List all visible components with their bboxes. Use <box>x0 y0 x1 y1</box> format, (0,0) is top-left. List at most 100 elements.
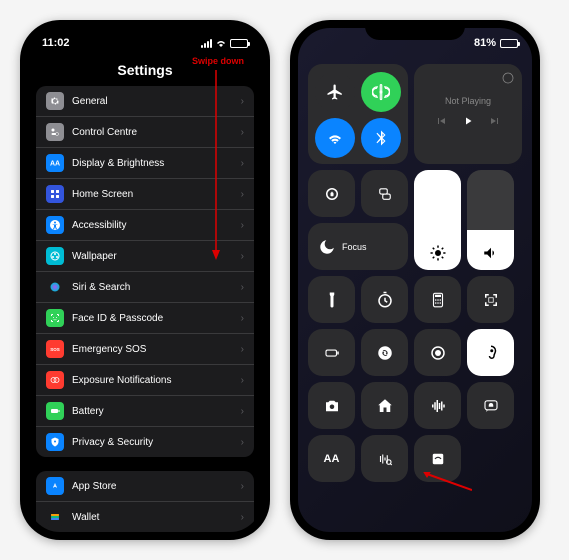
settings-row-label: Face ID & Passcode <box>72 313 233 324</box>
settings-row-home-screen[interactable]: Home Screen› <box>36 179 254 210</box>
gear-icon <box>46 92 64 110</box>
chevron-right-icon: › <box>241 512 244 523</box>
wifi-button[interactable] <box>315 118 355 158</box>
settings-row-emergency-sos[interactable]: SOSEmergency SOS› <box>36 334 254 365</box>
timer-button[interactable] <box>361 276 408 323</box>
note-icon <box>429 450 447 468</box>
wifi-icon <box>326 129 344 147</box>
status-time: 11:02 <box>42 37 70 49</box>
voice-memo-button[interactable] <box>414 382 461 429</box>
media-controls <box>436 114 500 132</box>
announce-notifications-button[interactable] <box>467 382 514 429</box>
qr-scanner-button[interactable] <box>467 276 514 323</box>
chevron-right-icon: › <box>241 313 244 324</box>
settings-row-wallet[interactable]: Wallet› <box>36 502 254 532</box>
battery-icon <box>500 39 518 48</box>
airplane-mode-button[interactable] <box>315 72 355 112</box>
chevron-right-icon: › <box>241 158 244 169</box>
flashlight-icon <box>323 291 341 309</box>
settings-row-exposure-notifications[interactable]: Exposure Notifications› <box>36 365 254 396</box>
background-sounds-button[interactable] <box>467 329 514 376</box>
grid-icon <box>46 185 64 203</box>
settings-list[interactable]: General›Control Centre›AADisplay & Brigh… <box>28 86 262 532</box>
chevron-right-icon: › <box>241 127 244 138</box>
qr-icon <box>482 291 500 309</box>
settings-row-wallpaper[interactable]: Wallpaper › <box>36 241 254 272</box>
calculator-button[interactable] <box>414 276 461 323</box>
cellular-data-button[interactable] <box>361 72 401 112</box>
iphone-settings: Swipe down 11:02 Settings General›Contro… <box>20 20 270 540</box>
control-centre-screen: 81% <box>298 28 532 532</box>
settings-row-face-id-passcode[interactable]: Face ID & Passcode › <box>36 303 254 334</box>
textsize-label: AA <box>324 453 340 465</box>
chevron-right-icon: › <box>241 406 244 417</box>
wallpaper-icon <box>46 247 64 265</box>
appstore-icon <box>46 477 64 495</box>
settings-row-general[interactable]: General› <box>36 86 254 117</box>
sun-icon <box>429 244 447 262</box>
chevron-right-icon: › <box>241 251 244 262</box>
flashlight-button[interactable] <box>308 276 355 323</box>
svg-text:SOS: SOS <box>50 347 60 352</box>
screen-mirroring-button[interactable] <box>361 170 408 217</box>
chevron-right-icon: › <box>241 437 244 448</box>
settings-row-label: Siri & Search <box>72 282 233 293</box>
settings-row-label: Accessibility <box>72 220 233 231</box>
orientation-lock-button[interactable] <box>308 170 355 217</box>
focus-label: Focus <box>342 242 367 252</box>
connectivity-tile <box>308 64 408 164</box>
settings-row-siri-search[interactable]: Siri & Search › <box>36 272 254 303</box>
brightness-slider[interactable] <box>414 170 461 270</box>
status-indicators <box>201 39 248 48</box>
settings-row-label: Display & Brightness <box>72 158 233 169</box>
play-button[interactable] <box>462 114 474 132</box>
focus-button[interactable]: Focus <box>308 223 408 270</box>
settings-row-battery[interactable]: Battery › <box>36 396 254 427</box>
battery-percent: 81% <box>474 37 496 49</box>
settings-row-label: Privacy & Security <box>72 437 233 448</box>
rotation-lock-icon <box>323 185 341 203</box>
camera-button[interactable] <box>308 382 355 429</box>
settings-row-app-store[interactable]: App Store› <box>36 471 254 502</box>
settings-row-accessibility[interactable]: Accessibility› <box>36 210 254 241</box>
screen-record-button[interactable] <box>414 329 461 376</box>
battery-icon <box>230 39 248 48</box>
settings-row-privacy-security[interactable]: Privacy & Security › <box>36 427 254 457</box>
text-size-button[interactable]: AA <box>308 435 355 482</box>
settings-row-label: Wallpaper <box>72 251 233 262</box>
now-playing-tile[interactable]: Not Playing <box>414 64 522 164</box>
next-track-button[interactable] <box>488 114 500 132</box>
settings-row-control-centre[interactable]: Control Centre› <box>36 117 254 148</box>
chevron-right-icon: › <box>241 189 244 200</box>
bell-bubble-icon <box>482 397 500 415</box>
ear-icon <box>482 344 500 362</box>
control-centre-grid: Not Playing <box>298 58 532 494</box>
home-button[interactable] <box>361 382 408 429</box>
settings-group: App Store›Wallet› <box>36 471 254 532</box>
chevron-right-icon: › <box>241 282 244 293</box>
accessibility-icon <box>46 216 64 234</box>
wallet-icon <box>46 508 64 526</box>
settings-row-label: Battery <box>72 406 233 417</box>
record-icon <box>429 344 447 362</box>
settings-row-label: General <box>72 96 233 107</box>
annotation-arrow-icon <box>422 472 472 492</box>
hearing-button[interactable] <box>361 435 408 482</box>
notch <box>365 20 465 40</box>
notch <box>95 20 195 40</box>
battery-icon <box>46 402 64 420</box>
chevron-right-icon: › <box>241 375 244 386</box>
airplane-icon <box>326 83 344 101</box>
shazam-button[interactable] <box>361 329 408 376</box>
iphone-control-centre: 81% <box>290 20 540 540</box>
low-power-button[interactable] <box>308 329 355 376</box>
bluetooth-button[interactable] <box>361 118 401 158</box>
settings-screen: Swipe down 11:02 Settings General›Contro… <box>28 28 262 532</box>
battery-rect-icon <box>323 344 341 362</box>
wifi-icon <box>215 39 227 48</box>
volume-slider[interactable] <box>467 170 514 270</box>
annotation-swipe-down: Swipe down <box>192 56 244 66</box>
airplay-icon <box>502 72 514 84</box>
prev-track-button[interactable] <box>436 114 448 132</box>
settings-row-display-brightness[interactable]: AADisplay & Brightness› <box>36 148 254 179</box>
